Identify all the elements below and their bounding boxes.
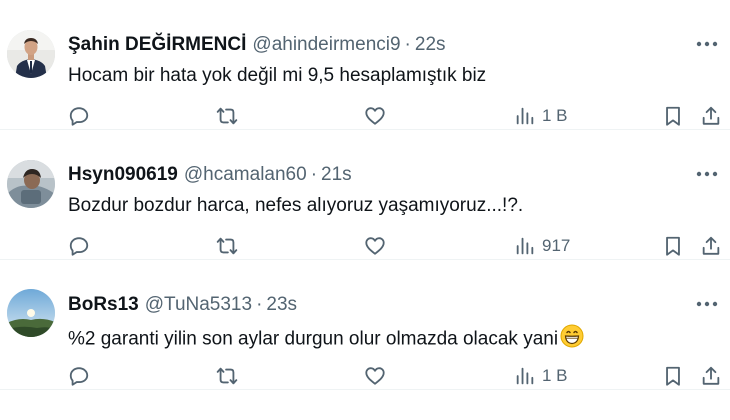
bookmark-icon — [666, 236, 680, 256]
display-name[interactable]: Hsyn090619 — [68, 164, 178, 185]
like-button[interactable] — [364, 232, 386, 260]
retweet-button[interactable] — [216, 102, 238, 130]
more-options-icon[interactable] — [694, 292, 720, 316]
reply-icon — [69, 237, 89, 256]
bookmark-button[interactable] — [662, 232, 684, 260]
tweet-header: Hsyn090619 @hcamalan60 · 21s — [68, 163, 670, 187]
retweet-icon — [216, 367, 238, 385]
views-icon — [516, 107, 534, 125]
grinning-face-emoji-icon — [560, 324, 584, 355]
bookmark-button[interactable] — [662, 362, 684, 390]
profile-photo-icon — [7, 30, 55, 78]
avatar[interactable] — [7, 30, 55, 78]
profile-photo-icon — [7, 160, 55, 208]
heart-icon — [365, 107, 385, 125]
tweet-text-container: %2 garanti yilin son aylar durgun olur o… — [68, 324, 710, 355]
timestamp[interactable]: 21s — [321, 164, 352, 185]
retweet-button[interactable] — [216, 362, 238, 390]
bookmark-icon — [666, 106, 680, 126]
retweet-button[interactable] — [216, 232, 238, 260]
tweet-actions: 917 — [0, 232, 730, 260]
views-icon — [516, 237, 534, 255]
tweet-3[interactable]: BoRs13 @TuNa5313 · 23s %2 garanti yilin son… — [0, 260, 730, 390]
user-handle[interactable]: @ahindeirmenci9 — [252, 34, 400, 55]
heart-icon — [365, 367, 385, 385]
avatar[interactable] — [7, 160, 55, 208]
retweet-icon — [216, 237, 238, 255]
timestamp[interactable]: 23s — [266, 294, 297, 315]
share-button[interactable] — [700, 362, 722, 390]
bookmark-button[interactable] — [662, 102, 684, 130]
user-handle[interactable]: @hcamalan60 — [184, 164, 307, 185]
display-name[interactable]: BoRs13 — [68, 294, 139, 315]
reply-button[interactable] — [68, 102, 90, 130]
retweet-icon — [216, 107, 238, 125]
tweet-1[interactable]: Şahin DEĞİRMENCİ @ahindeirmenci9 · 22s Hoca… — [0, 0, 730, 130]
like-button[interactable] — [364, 102, 386, 130]
views-button[interactable]: 917 — [514, 232, 570, 260]
timestamp[interactable]: 22s — [415, 34, 446, 55]
reply-button[interactable] — [68, 362, 90, 390]
views-count: 917 — [542, 236, 571, 255]
separator-dot: · — [256, 294, 263, 315]
share-button[interactable] — [700, 232, 722, 260]
avatar[interactable] — [7, 289, 55, 337]
separator-dot: · — [310, 164, 318, 185]
reply-button[interactable] — [68, 232, 90, 260]
views-button[interactable]: 1 B — [514, 102, 568, 130]
bookmark-icon — [666, 366, 680, 386]
share-icon — [702, 366, 720, 385]
share-icon — [702, 106, 720, 125]
share-icon — [702, 236, 720, 255]
more-options-icon[interactable] — [694, 162, 720, 186]
reply-icon — [69, 107, 89, 126]
separator-dot: · — [404, 34, 411, 55]
views-count: 1 B — [542, 106, 568, 125]
tweet-text: Hocam bir hata yok değil mi 9,5 hesaplam… — [68, 65, 487, 86]
tweet-header: BoRs13 @TuNa5313 · 23s — [68, 293, 670, 317]
heart-icon — [365, 237, 385, 255]
tweet-header: Şahin DEĞİRMENCİ @ahindeirmenci9 · 22s — [68, 33, 670, 57]
tweet-2[interactable]: Hsyn090619 @hcamalan60 · 21s Bozdur bozdur … — [0, 130, 730, 260]
more-options-icon[interactable] — [694, 32, 720, 56]
reply-icon — [69, 367, 89, 386]
display-name[interactable]: Şahin DEĞİRMENCİ — [68, 34, 246, 55]
tweet-text: %2 garanti yilin son aylar durgun olur o… — [68, 328, 559, 350]
tweet-actions: 1 B — [0, 102, 730, 130]
profile-photo-icon — [7, 289, 55, 337]
tweet-text: Bozdur bozdur harca, nefes alıyoruz yaşa… — [68, 195, 524, 216]
views-count: 1 B — [542, 366, 568, 385]
tweet-actions: 1 B — [0, 362, 730, 390]
views-icon — [516, 367, 534, 385]
like-button[interactable] — [364, 362, 386, 390]
user-handle[interactable]: @TuNa5313 — [145, 294, 252, 315]
share-button[interactable] — [700, 102, 722, 130]
views-button[interactable]: 1 B — [514, 362, 568, 390]
